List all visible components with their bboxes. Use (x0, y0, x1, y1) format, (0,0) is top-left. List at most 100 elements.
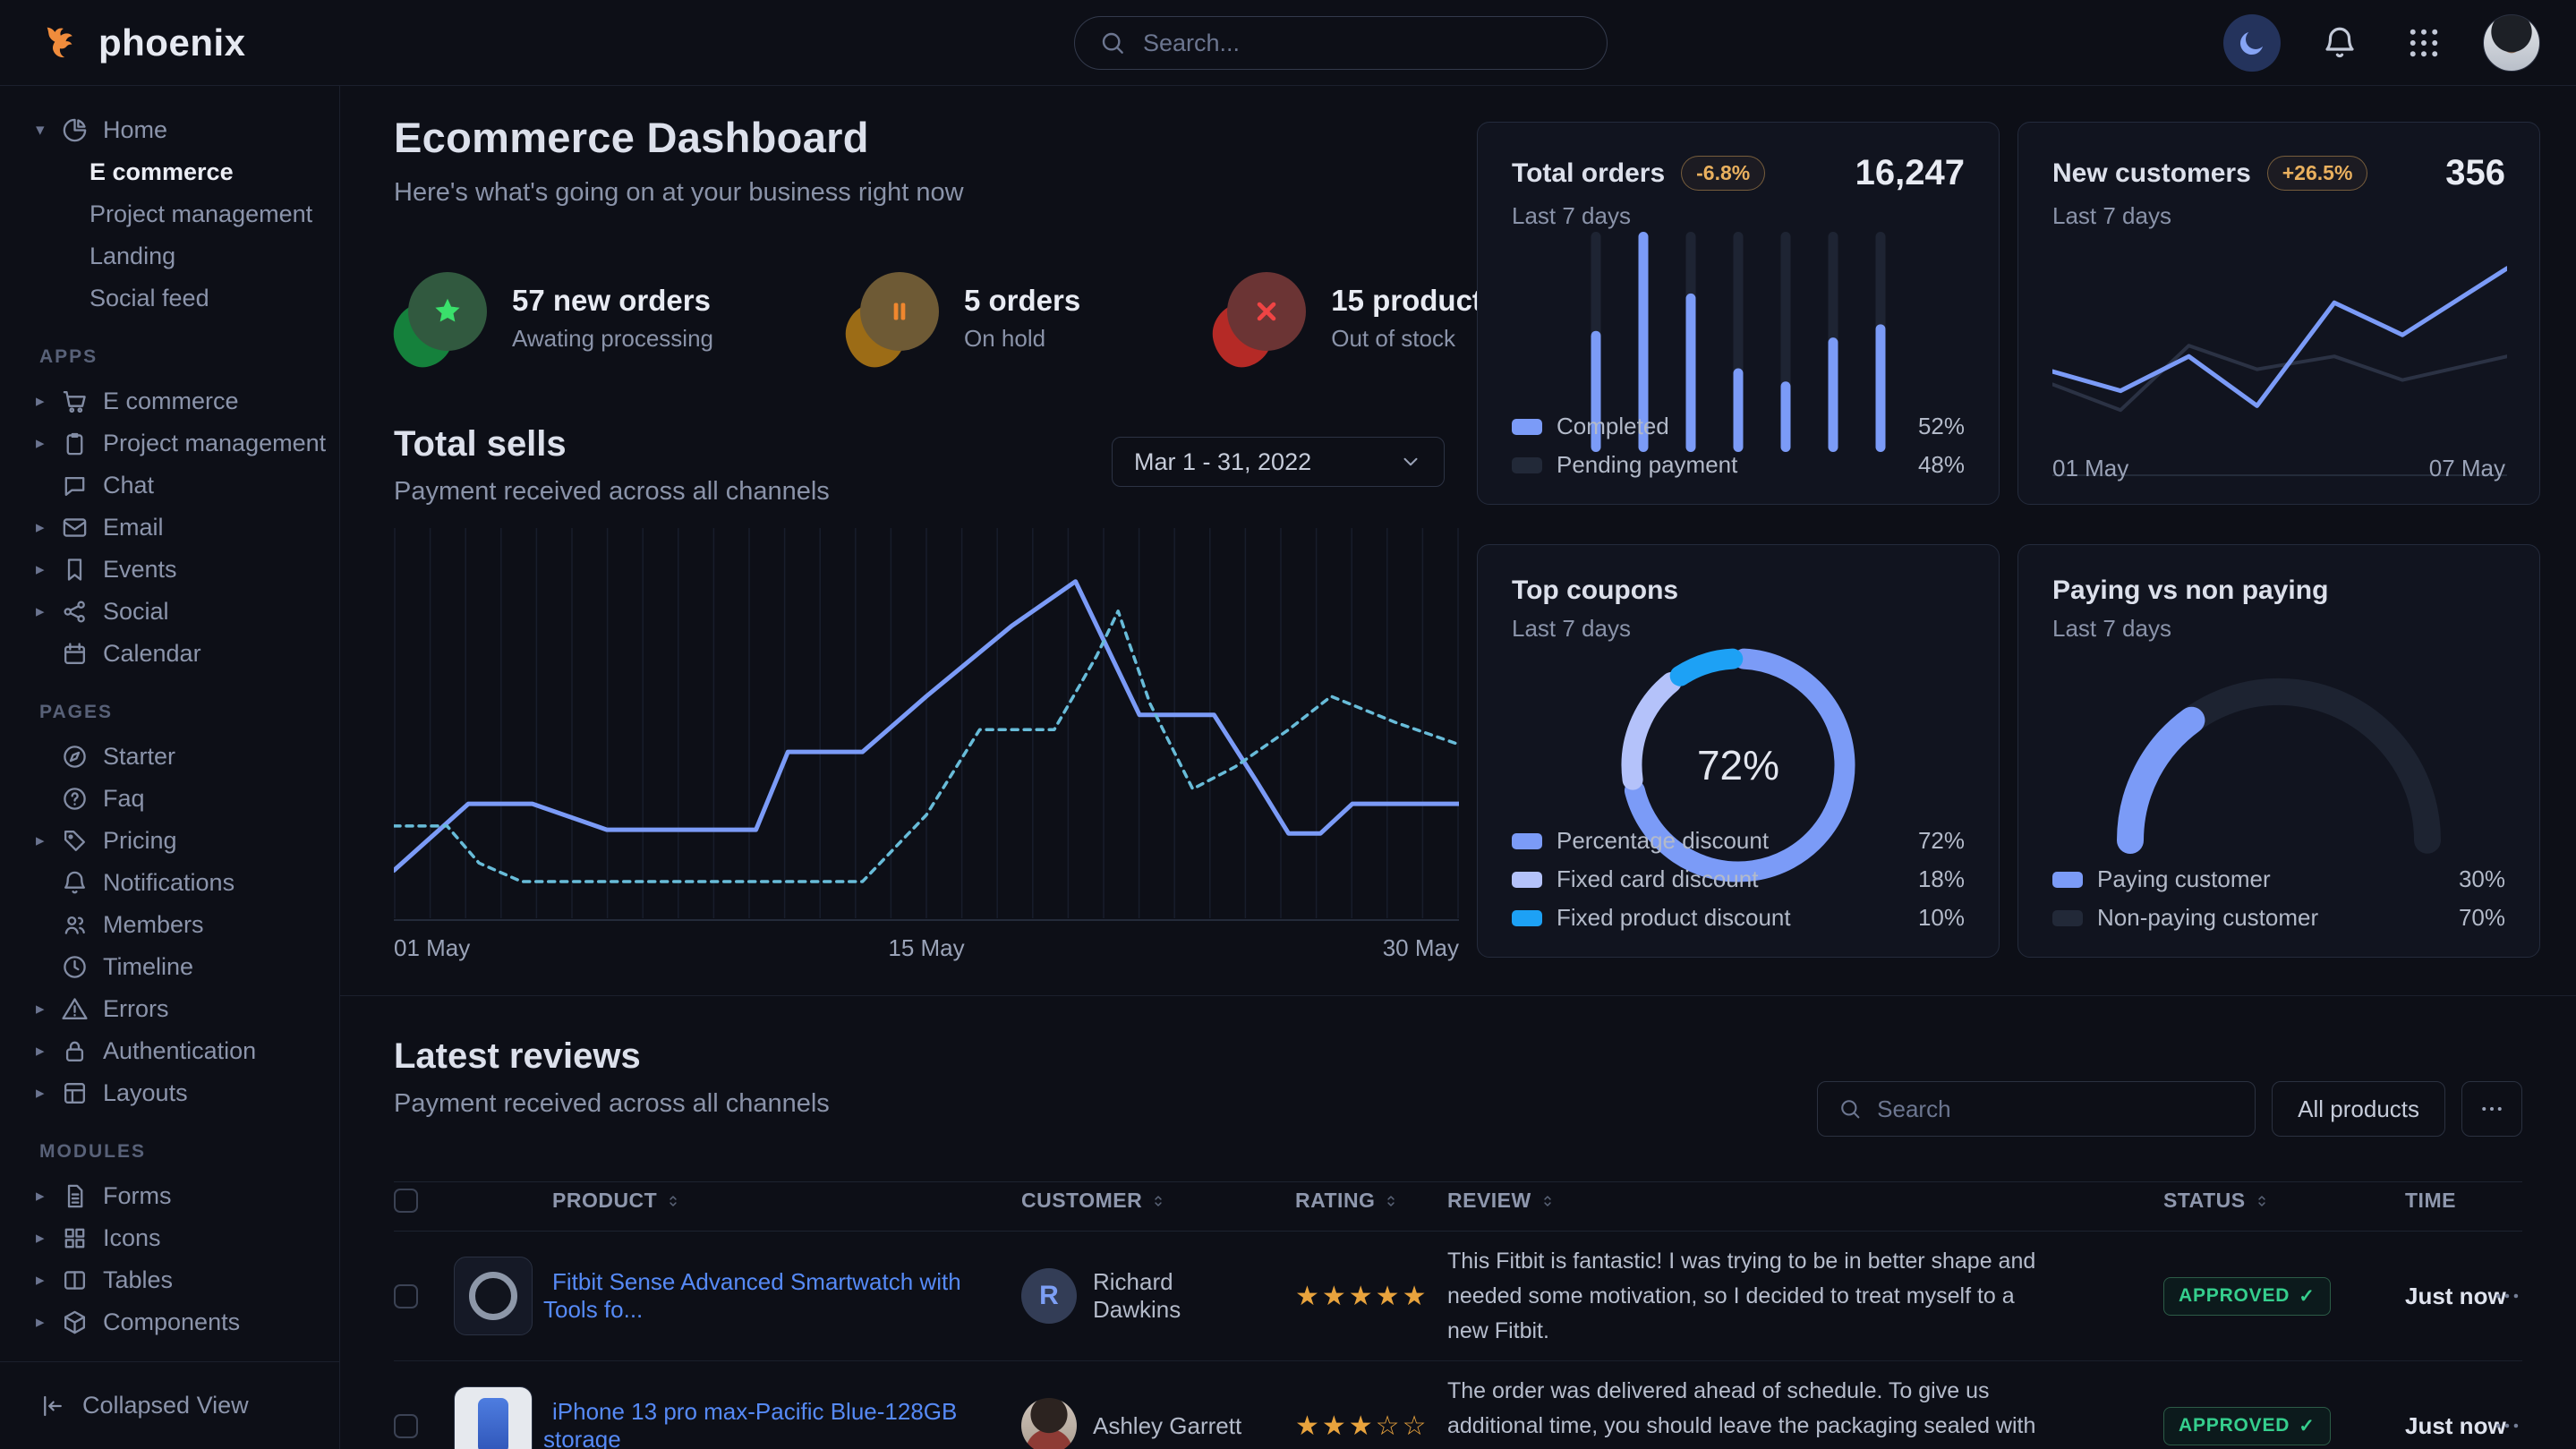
sidebar-item-project-management[interactable]: ▸Project management (0, 422, 339, 465)
sidebar-section-label: MODULES (0, 1141, 339, 1163)
total-sells-x-axis: 01 May15 May30 May (394, 934, 1459, 962)
table-header-row: PRODUCTCUSTOMERRATINGREVIEWSTATUSTIME (394, 1181, 2522, 1232)
notifications-button[interactable] (2315, 18, 2365, 68)
review-time: Just now (2307, 1283, 2441, 1310)
sidebar-subitem-e-commerce[interactable]: E commerce (0, 151, 339, 193)
status-badge: APPROVED✓ (2163, 1407, 2331, 1445)
orders-legend: Completed52%Pending payment48% (1512, 413, 1965, 479)
axis-label: 07 May (2429, 455, 2505, 482)
table-row: Fitbit Sense Advanced Smartwatch with To… (394, 1232, 2522, 1361)
paying-vs-nonpaying-card: Paying vs non paying Last 7 days Paying … (2017, 544, 2540, 958)
reviews-search[interactable] (1817, 1081, 2256, 1137)
axis-label: 01 May (394, 934, 470, 962)
product-link[interactable]: Fitbit Sense Advanced Smartwatch with To… (543, 1268, 961, 1323)
star-icon (394, 268, 489, 367)
ellipsis-icon (2492, 1281, 2522, 1311)
global-search[interactable] (1074, 16, 1608, 70)
date-range-value: Mar 1 - 31, 2022 (1134, 448, 1311, 476)
row-checkbox[interactable] (394, 1414, 418, 1438)
sidebar-item-errors[interactable]: ▸Errors (0, 988, 339, 1030)
brand-logo[interactable]: phoenix (0, 20, 246, 66)
sidebar-item-pricing[interactable]: ▸Pricing (0, 820, 339, 862)
reviews-search-input[interactable] (1875, 1095, 2235, 1124)
theme-toggle-button[interactable] (2223, 14, 2281, 72)
svg-text:72%: 72% (1697, 742, 1779, 788)
bookmark-icon (61, 556, 89, 584)
collapsed-view-toggle[interactable]: Collapsed View (0, 1361, 339, 1449)
user-avatar[interactable] (2483, 14, 2540, 72)
row-more-button[interactable] (2441, 1411, 2522, 1441)
total-sells-chart (394, 528, 1459, 922)
sidebar-item-faq[interactable]: Faq (0, 778, 339, 820)
sidebar-item-icons[interactable]: ▸Icons (0, 1217, 339, 1259)
sidebar-item-tables[interactable]: ▸Tables (0, 1259, 339, 1301)
sidebar-item-members[interactable]: Members (0, 904, 339, 946)
sidebar-subitem-project-management[interactable]: Project management (0, 193, 339, 235)
pause-icon (846, 268, 941, 367)
sidebar-item-layouts[interactable]: ▸Layouts (0, 1072, 339, 1114)
column-header-customer[interactable]: CUSTOMER (991, 1189, 1250, 1213)
select-all-checkbox[interactable] (394, 1189, 418, 1213)
card-value: 356 (2445, 153, 2505, 193)
product-thumbnail[interactable] (454, 1386, 533, 1449)
legend-item: Completed52% (1512, 413, 1965, 440)
card-period: Last 7 days (2052, 202, 2505, 230)
caret-right-icon: ▸ (36, 1228, 57, 1249)
sidebar-item-authentication[interactable]: ▸Authentication (0, 1030, 339, 1072)
caret-right-icon: ▸ (36, 831, 57, 851)
global-search-input[interactable] (1141, 29, 1583, 58)
caret-right-icon: ▸ (36, 999, 57, 1019)
sidebar-item-notifications[interactable]: Notifications (0, 862, 339, 904)
sort-icon (664, 1191, 682, 1209)
sidebar-item-events[interactable]: ▸Events (0, 549, 339, 591)
caret-right-icon: ▸ (36, 391, 57, 412)
sort-icon (1539, 1191, 1557, 1209)
ellipsis-icon (2492, 1411, 2522, 1441)
collapsed-view-label: Collapsed View (82, 1392, 249, 1419)
sidebar-item-starter[interactable]: Starter (0, 736, 339, 778)
column-header-product[interactable]: PRODUCT (543, 1189, 991, 1213)
legend-swatch (1512, 910, 1542, 926)
column-header-rating[interactable]: RATING (1250, 1189, 1403, 1213)
date-range-select[interactable]: Mar 1 - 31, 2022 (1112, 437, 1445, 487)
caret-right-icon: ▸ (36, 1312, 57, 1333)
sidebar-item-components[interactable]: ▸Components (0, 1301, 339, 1343)
reviews-more-button[interactable] (2461, 1081, 2522, 1137)
product-thumbnail[interactable] (454, 1257, 533, 1335)
sidebar-subitem-social-feed[interactable]: Social feed (0, 277, 339, 320)
column-header-status[interactable]: STATUS (2092, 1189, 2307, 1213)
stat-warning: 5 ordersOn hold (846, 268, 1080, 367)
sidebar-item-timeline[interactable]: Timeline (0, 946, 339, 988)
sidebar-item-chat[interactable]: Chat (0, 465, 339, 507)
row-more-button[interactable] (2441, 1281, 2522, 1311)
column-header-review[interactable]: REVIEW (1403, 1189, 2092, 1213)
chat-icon (61, 472, 89, 499)
sidebar-item-email[interactable]: ▸Email (0, 507, 339, 549)
grid-icon (2405, 24, 2443, 62)
product-link[interactable]: iPhone 13 pro max-Pacific Blue-128GB sto… (543, 1398, 957, 1449)
column-header-time[interactable]: TIME (2307, 1189, 2441, 1213)
grid4-icon (61, 1224, 89, 1252)
caret-right-icon: ▸ (36, 559, 57, 580)
sidebar-item-home[interactable]: ▾Home (0, 109, 339, 151)
mail-icon (61, 514, 89, 541)
new-customers-x-axis: 01 May 07 May (2052, 455, 2505, 482)
sidebar-subitem-landing[interactable]: Landing (0, 235, 339, 277)
customer-avatar: R (1021, 1268, 1077, 1324)
caret-right-icon: ▸ (36, 1270, 57, 1291)
customer-name: Ashley Garrett (1093, 1412, 1241, 1440)
row-checkbox[interactable] (394, 1284, 418, 1308)
sidebar-item-social[interactable]: ▸Social (0, 591, 339, 633)
caret-right-icon: ▸ (36, 1186, 57, 1206)
paying-gauge-chart (2073, 642, 2485, 860)
sidebar-item-calendar[interactable]: Calendar (0, 633, 339, 675)
all-products-filter-button[interactable]: All products (2272, 1081, 2445, 1137)
latest-reviews-subtitle: Payment received across all channels (394, 1089, 830, 1119)
axis-label: 30 May (1383, 934, 1459, 962)
total-sells-header: Total sells Payment received across all … (394, 424, 830, 507)
table-row: iPhone 13 pro max-Pacific Blue-128GB sto… (394, 1361, 2522, 1449)
sidebar-item-e-commerce[interactable]: ▸E commerce (0, 380, 339, 422)
caret-right-icon: ▸ (36, 517, 57, 538)
sidebar-item-forms[interactable]: ▸Forms (0, 1175, 339, 1217)
apps-grid-button[interactable] (2399, 18, 2449, 68)
